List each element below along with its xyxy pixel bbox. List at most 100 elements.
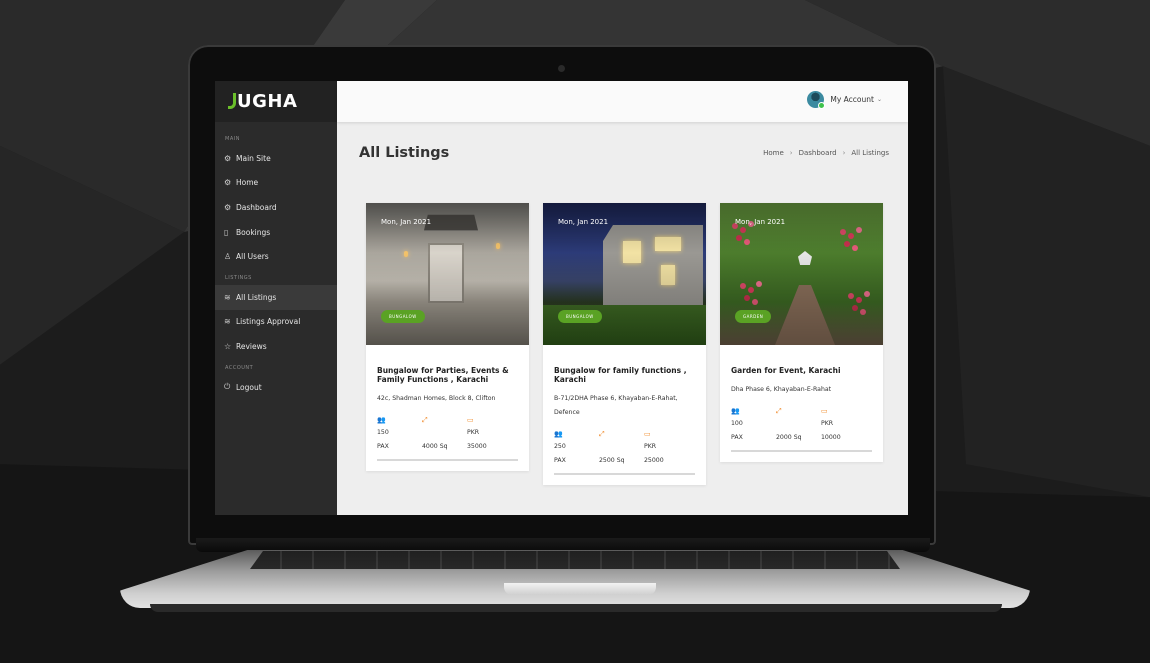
nav-section-account: ACCOUNT bbox=[225, 364, 254, 371]
account-menu[interactable]: My Account ⌄ bbox=[807, 91, 882, 109]
users-icon: 👥 bbox=[554, 430, 563, 438]
gear-icon: ⚙ bbox=[224, 202, 232, 212]
price-currency: PKR bbox=[821, 420, 834, 427]
stat-pax: 👥 100 PAX bbox=[731, 407, 776, 445]
stat-pax: 👥 250 PAX bbox=[554, 430, 599, 468]
pax-unit: PAX bbox=[731, 434, 743, 441]
listing-address: 42c, Shadman Homes, Block 8, Clifton bbox=[377, 395, 496, 402]
area-value: 2500 Sq bbox=[599, 457, 625, 464]
sidebar-item-dashboard[interactable]: ⚙ Dashboard bbox=[215, 195, 337, 220]
user-icon: ♙ bbox=[224, 252, 232, 262]
listing-tag: BUNGALOW bbox=[381, 310, 425, 323]
users-icon: 👥 bbox=[377, 416, 386, 424]
listing-card[interactable]: Mon, Jan 2021 BUNGALOW Bungalow for fami… bbox=[543, 203, 706, 485]
stat-price: ▭ PKR 25000 bbox=[644, 430, 689, 468]
topbar: My Account ⌄ bbox=[337, 81, 908, 122]
listing-date: Mon, Jan 2021 bbox=[735, 218, 786, 226]
price-value: 10000 bbox=[821, 434, 841, 441]
stat-area: ⤢ 2000 Sq bbox=[776, 407, 821, 445]
resize-icon: ⤢ bbox=[422, 416, 428, 424]
listing-card[interactable]: Mon, Jan 2021 GARDEN Garden for Event, K… bbox=[720, 203, 883, 462]
stat-area: ⤢ 4000 Sq bbox=[422, 416, 467, 454]
listing-card[interactable]: Mon, Jan 2021 BUNGALOW Bungalow for Part… bbox=[366, 203, 529, 471]
laptop-edge bbox=[150, 604, 1002, 612]
camera-icon bbox=[558, 65, 565, 72]
resize-icon: ⤢ bbox=[776, 407, 782, 415]
sidebar-item-main-site[interactable]: ⚙ Main Site bbox=[215, 146, 337, 171]
breadcrumb-dashboard[interactable]: Dashboard bbox=[799, 149, 837, 157]
breadcrumb-current: All Listings bbox=[851, 149, 889, 157]
sidebar-item-reviews[interactable]: ☆ Reviews bbox=[215, 334, 337, 359]
listing-date: Mon, Jan 2021 bbox=[381, 218, 432, 226]
laptop-hinge bbox=[196, 538, 930, 552]
sidebar-item-logout[interactable]: ⏻ Logout bbox=[215, 375, 337, 400]
sidebar-item-all-listings[interactable]: ≋ All Listings bbox=[215, 284, 337, 310]
chevron-right-icon: › bbox=[842, 149, 846, 157]
sidebar-item-label: Listings Approval bbox=[236, 317, 301, 327]
money-icon: ▭ bbox=[644, 430, 651, 438]
layers-icon: ≋ bbox=[224, 317, 231, 327]
listing-title[interactable]: Bungalow for Parties, Events & Family Fu… bbox=[377, 366, 518, 384]
sidebar-item-bookings[interactable]: ▯ Bookings bbox=[215, 220, 337, 245]
nav-section-main: MAIN bbox=[225, 136, 240, 142]
gear-icon: ⚙ bbox=[224, 178, 232, 188]
stat-pax: 👥 150 PAX bbox=[377, 416, 422, 454]
divider bbox=[554, 473, 695, 475]
avatar bbox=[807, 91, 826, 109]
gear-icon: ⚙ bbox=[224, 153, 232, 163]
star-icon: ☆ bbox=[224, 341, 232, 351]
sidebar-item-label: All Listings bbox=[236, 292, 277, 302]
sidebar-item-label: Home bbox=[236, 178, 259, 188]
pax-value: 150 bbox=[377, 429, 389, 436]
listing-image[interactable]: Mon, Jan 2021 GARDEN bbox=[720, 203, 883, 345]
sidebar-item-label: Logout bbox=[236, 382, 262, 392]
listing-image[interactable]: Mon, Jan 2021 BUNGALOW bbox=[366, 203, 529, 345]
sidebar-item-listings-approval[interactable]: ≋ Listings Approval bbox=[215, 310, 337, 335]
listing-title[interactable]: Garden for Event, Karachi bbox=[731, 366, 872, 375]
divider bbox=[377, 459, 518, 461]
price-currency: PKR bbox=[467, 429, 480, 436]
sidebar-item-label: All Users bbox=[236, 252, 269, 262]
users-icon: 👥 bbox=[731, 407, 740, 415]
keyboard bbox=[250, 551, 900, 569]
money-icon: ▭ bbox=[467, 416, 474, 424]
area-value: 4000 Sq bbox=[422, 443, 448, 450]
app-screen: UGHA MAIN ⚙ Main Site ⚙ Home ⚙ Dashboard… bbox=[215, 81, 908, 515]
listing-stats: 👥 150 PAX ⤢ 4000 Sq ▭ PKR 35000 bbox=[377, 416, 518, 454]
money-icon: ▭ bbox=[821, 407, 828, 415]
pax-unit: PAX bbox=[554, 457, 566, 464]
breadcrumb-home[interactable]: Home bbox=[763, 149, 784, 157]
account-label: My Account bbox=[830, 95, 874, 104]
sidebar-item-home[interactable]: ⚙ Home bbox=[215, 171, 337, 196]
stat-price: ▭ PKR 35000 bbox=[467, 416, 512, 454]
layers-icon: ≋ bbox=[224, 292, 231, 302]
listing-tag: GARDEN bbox=[735, 310, 772, 323]
price-value: 35000 bbox=[467, 443, 487, 450]
chevron-down-icon: ⌄ bbox=[876, 96, 882, 103]
listing-tag: BUNGALOW bbox=[558, 310, 602, 323]
divider bbox=[731, 450, 872, 452]
sidebar: UGHA MAIN ⚙ Main Site ⚙ Home ⚙ Dashboard… bbox=[215, 81, 337, 515]
sidebar-item-label: Dashboard bbox=[236, 202, 277, 212]
page-title: All Listings bbox=[359, 145, 450, 161]
chevron-right-icon: › bbox=[789, 149, 793, 157]
nav-section-listings: LISTINGS bbox=[225, 274, 252, 281]
sidebar-item-label: Reviews bbox=[236, 341, 267, 351]
logo[interactable]: UGHA bbox=[215, 81, 337, 122]
laptop-notch bbox=[504, 583, 656, 595]
sidebar-item-label: Bookings bbox=[236, 227, 271, 237]
stat-price: ▭ PKR 10000 bbox=[821, 407, 866, 445]
logo-text: UGHA bbox=[237, 91, 298, 112]
listing-address: Dha Phase 6, Khayaban-E-Rahat bbox=[731, 386, 832, 393]
sidebar-item-all-users[interactable]: ♙ All Users bbox=[215, 244, 337, 269]
logo-icon bbox=[228, 92, 236, 109]
stat-area: ⤢ 2500 Sq bbox=[599, 430, 644, 468]
listing-stats: 👥 100 PAX ⤢ 2000 Sq ▭ PKR 10000 bbox=[731, 407, 872, 445]
listing-address: B-71/2DHA Phase 6, Khayaban-E-Rahat, Def… bbox=[554, 395, 678, 416]
book-icon: ▯ bbox=[224, 227, 229, 237]
sidebar-item-label: Main Site bbox=[236, 153, 271, 163]
resize-icon: ⤢ bbox=[599, 430, 605, 438]
breadcrumb: Home › Dashboard › All Listings bbox=[763, 149, 889, 157]
listing-title[interactable]: Bungalow for family functions , Karachi bbox=[554, 366, 695, 384]
listing-image[interactable]: Mon, Jan 2021 BUNGALOW bbox=[543, 203, 706, 345]
